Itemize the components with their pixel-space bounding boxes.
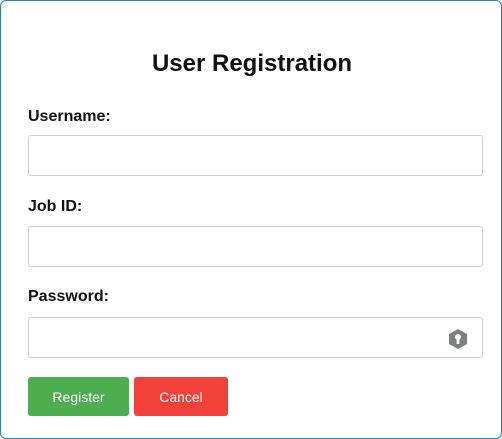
username-input[interactable] (28, 135, 483, 176)
registration-dialog: User Registration Username: Job ID: Pass… (0, 0, 502, 439)
job-id-input[interactable] (28, 226, 483, 267)
key-lock-icon[interactable] (447, 328, 469, 350)
page-title: User Registration (151, 50, 353, 77)
username-label: Username: (28, 108, 111, 125)
job-id-label: Job ID: (28, 198, 83, 215)
password-label: Password: (28, 288, 109, 305)
password-input[interactable] (28, 317, 483, 358)
cancel-button[interactable]: Cancel (134, 377, 228, 416)
register-button[interactable]: Register (28, 377, 129, 416)
